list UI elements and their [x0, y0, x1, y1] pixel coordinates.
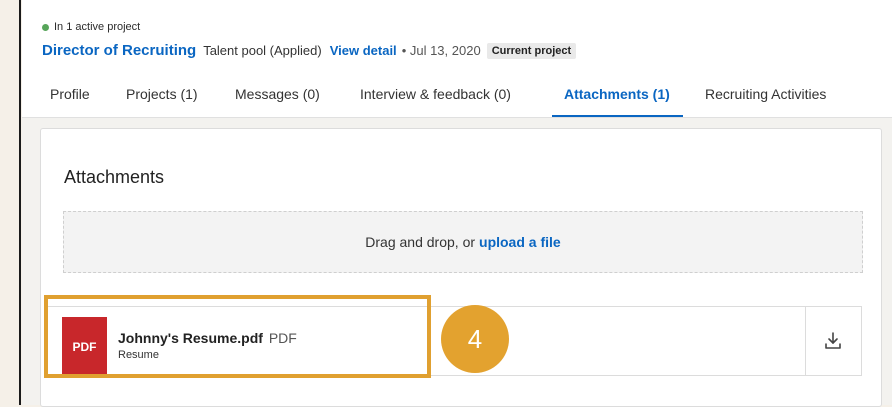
profile-tabs: Profile Projects (1) Messages (0) Interv…	[22, 72, 892, 118]
title-row: Director of Recruiting Talent pool (Appl…	[42, 42, 577, 59]
tab-recruiting-activities[interactable]: Recruiting Activities	[705, 86, 826, 102]
tab-messages[interactable]: Messages (0)	[235, 86, 320, 102]
upload-file-link[interactable]: upload a file	[479, 234, 561, 250]
file-dropzone[interactable]: Drag and drop, or upload a file	[63, 211, 863, 273]
row-divider	[805, 307, 806, 375]
tab-projects[interactable]: Projects (1)	[126, 86, 198, 102]
tab-attachments[interactable]: Attachments (1)	[564, 86, 670, 102]
applied-date: • Jul 13, 2020	[401, 43, 481, 58]
project-status: In 1 active project	[42, 21, 140, 33]
file-category: Resume	[118, 349, 159, 361]
file-type: PDF	[268, 330, 297, 346]
tab-profile[interactable]: Profile	[50, 86, 90, 102]
left-edge-line	[19, 0, 21, 405]
step-marker: 4	[441, 305, 509, 373]
tab-interview-feedback[interactable]: Interview & feedback (0)	[360, 86, 511, 102]
attachments-title: Attachments	[64, 167, 165, 187]
file-name-link[interactable]: Johnny's Resume.pdf	[118, 330, 263, 346]
left-edge	[0, 0, 22, 405]
talent-pool: Talent pool (Applied)	[203, 43, 322, 58]
current-project-badge: Current project	[486, 42, 577, 59]
active-tab-indicator	[552, 115, 683, 117]
status-text: In 1 active project	[54, 21, 141, 33]
download-icon[interactable]	[821, 329, 845, 353]
job-title-link[interactable]: Director of Recruiting	[42, 42, 196, 59]
view-detail-link[interactable]: View detail	[330, 43, 397, 58]
dropzone-text: Drag and drop, or	[365, 234, 476, 250]
status-dot-icon	[42, 23, 49, 31]
pdf-file-icon: PDF	[62, 317, 107, 377]
file-name-line: Johnny's Resume.pdf PDF	[118, 330, 297, 346]
